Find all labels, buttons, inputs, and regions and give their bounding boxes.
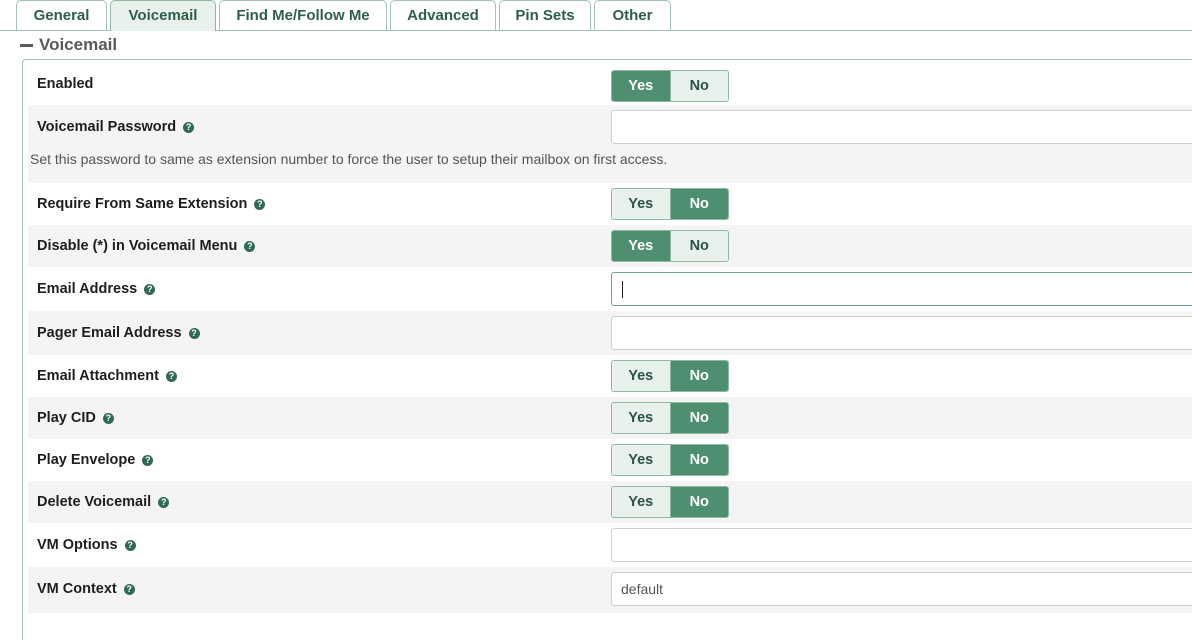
play-envelope-no-button[interactable]: No [669, 445, 728, 475]
enabled-label: Enabled [37, 76, 94, 92]
require-same-extension-yes-button[interactable]: Yes [612, 189, 670, 219]
help-icon[interactable]: ? [254, 198, 266, 210]
disable-star-no-button[interactable]: No [669, 231, 728, 261]
help-icon[interactable]: ? [158, 496, 170, 508]
tab-other[interactable]: Other [594, 0, 671, 30]
row-enabled: Enabled Yes No [28, 63, 1192, 105]
email-attachment-toggle: Yes No [611, 360, 729, 392]
help-icon[interactable]: ? [123, 583, 135, 595]
pager-email-input[interactable] [611, 316, 1192, 350]
row-disable-star: Disable (*) in Voicemail Menu? Yes No [28, 225, 1192, 267]
play-envelope-yes-button[interactable]: Yes [612, 445, 670, 475]
row-play-cid: Play CID? Yes No [28, 397, 1192, 439]
help-icon[interactable]: ? [142, 454, 154, 466]
row-require-same-extension: Require From Same Extension? Yes No [28, 183, 1192, 225]
row-play-envelope: Play Envelope? Yes No [28, 439, 1192, 481]
row-voicemail-password: Voicemail Password? Set this password to… [28, 105, 1192, 183]
email-attachment-yes-button[interactable]: Yes [612, 361, 670, 391]
help-icon[interactable]: ? [188, 327, 200, 339]
play-envelope-toggle: Yes No [611, 444, 729, 476]
email-attachment-label: Email Attachment? [37, 355, 177, 397]
section-header[interactable]: Voicemail [20, 35, 117, 55]
row-email-address: Email Address? [28, 267, 1192, 311]
delete-voicemail-label: Delete Voicemail? [37, 481, 170, 523]
play-cid-yes-button[interactable]: Yes [612, 403, 670, 433]
voicemail-password-label: Voicemail Password? [37, 105, 195, 149]
disable-star-toggle: Yes No [611, 230, 729, 262]
row-email-attachment: Email Attachment? Yes No [28, 355, 1192, 397]
email-address-label: Email Address? [37, 267, 156, 311]
vm-options-input[interactable] [611, 528, 1192, 562]
enabled-no-button[interactable]: No [669, 71, 728, 101]
tab-voicemail[interactable]: Voicemail [110, 0, 216, 31]
help-icon[interactable]: ? [244, 240, 256, 252]
play-envelope-label: Play Envelope? [37, 439, 154, 481]
row-pager-email: Pager Email Address? [28, 311, 1192, 355]
help-icon[interactable]: ? [102, 412, 114, 424]
enabled-yes-button[interactable]: Yes [612, 71, 670, 101]
vm-context-label: VM Context? [37, 567, 135, 611]
tab-find-me-follow-me[interactable]: Find Me/Follow Me [219, 0, 387, 30]
row-vm-options: VM Options? [28, 523, 1192, 567]
delete-voicemail-toggle: Yes No [611, 486, 729, 518]
disable-star-yes-button[interactable]: Yes [612, 231, 670, 261]
row-delete-voicemail: Delete Voicemail? Yes No [28, 481, 1192, 523]
require-same-extension-toggle: Yes No [611, 188, 729, 220]
email-address-input[interactable] [611, 272, 1192, 306]
voicemail-password-helptext: Set this password to same as extension n… [30, 151, 668, 167]
row-vm-context: VM Context? default [28, 567, 1192, 613]
pager-email-label: Pager Email Address? [37, 311, 200, 355]
play-cid-toggle: Yes No [611, 402, 729, 434]
minus-icon[interactable] [20, 43, 33, 47]
help-icon[interactable]: ? [183, 121, 195, 133]
require-same-extension-label: Require From Same Extension? [37, 183, 266, 225]
tab-pin-sets[interactable]: Pin Sets [499, 0, 591, 30]
help-icon[interactable]: ? [144, 283, 156, 295]
require-same-extension-no-button[interactable]: No [669, 189, 728, 219]
play-cid-label: Play CID? [37, 397, 114, 439]
play-cid-no-button[interactable]: No [669, 403, 728, 433]
help-icon[interactable]: ? [124, 539, 136, 551]
voicemail-password-input[interactable] [611, 110, 1192, 144]
delete-voicemail-no-button[interactable]: No [669, 487, 728, 517]
disable-star-label: Disable (*) in Voicemail Menu? [37, 225, 256, 267]
tab-bar: General Voicemail Find Me/Follow Me Adva… [0, 0, 1192, 31]
delete-voicemail-yes-button[interactable]: Yes [612, 487, 670, 517]
tab-advanced[interactable]: Advanced [390, 0, 496, 30]
email-attachment-no-button[interactable]: No [669, 361, 728, 391]
enabled-toggle: Yes No [611, 70, 729, 102]
section-title: Voicemail [39, 35, 118, 54]
vm-context-input[interactable]: default [611, 572, 1192, 606]
tab-general[interactable]: General [16, 0, 107, 30]
help-icon[interactable]: ? [165, 370, 177, 382]
text-caret [622, 281, 623, 298]
vm-options-label: VM Options? [37, 523, 136, 567]
